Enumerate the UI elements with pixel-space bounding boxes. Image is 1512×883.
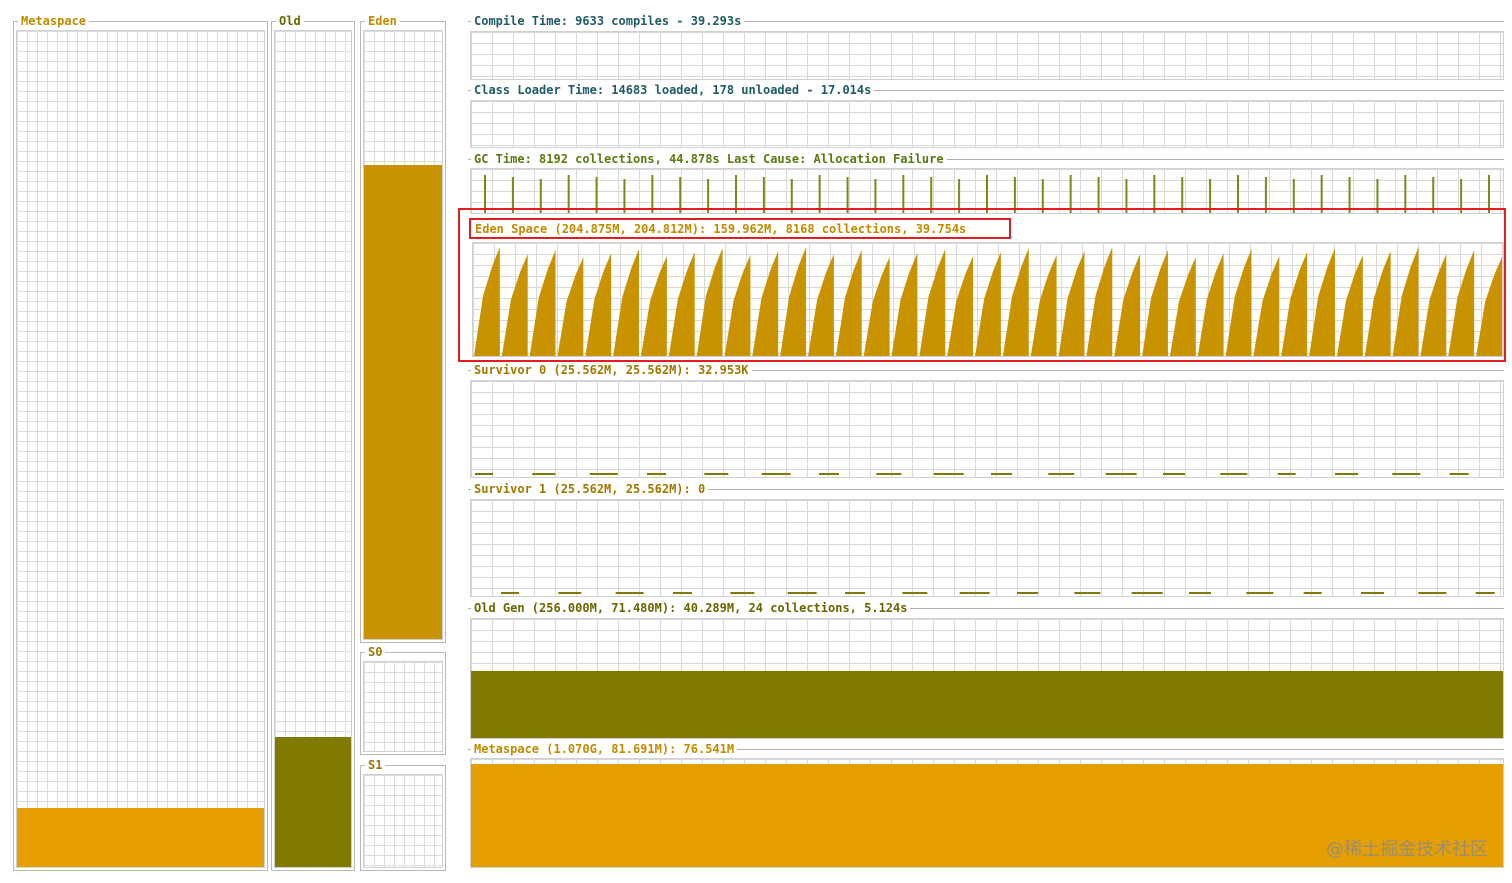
eden-sawtooth-cycle (1336, 255, 1363, 356)
old-panel-title: Old (276, 14, 304, 28)
eden-sawtooth-cycle (613, 249, 640, 356)
eden-graph (472, 242, 1504, 357)
eden-sawtooth-cycle (863, 257, 890, 356)
eden-sawtooth-cycle (947, 256, 974, 356)
eden-sawtooth-cycle (975, 252, 1001, 356)
eden-sawtooth-cycle (1476, 257, 1502, 356)
eden-sawtooth-cycle (1169, 257, 1196, 356)
s1-panel: S1 (360, 758, 446, 871)
eden-sawtooth-cycle (501, 254, 528, 356)
eden-sawtooth-cycle (1058, 251, 1085, 356)
survivor0-title: Survivor 0 (25.562M, 25.562M): 32.953K (471, 363, 752, 377)
metaspace-graph-title: Metaspace (1.070G, 81.691M): 76.541M (471, 742, 738, 756)
old-panel: Old (271, 14, 355, 871)
eden-sawtooth-cycle (696, 248, 723, 356)
eden-sawtooth-cycle (1197, 253, 1224, 356)
eden-sawtooth-cycle (1142, 250, 1168, 356)
eden-sawtooth-cycle (1448, 250, 1475, 356)
eden-sawtooth-cycle (668, 252, 695, 356)
classloader-graph (470, 100, 1504, 148)
survivor1-trace (501, 592, 1495, 594)
oldgen-title: Old Gen (256.000M, 71.480M): 40.289M, 24… (471, 601, 911, 615)
eden-sawtooth-cycle (1253, 256, 1280, 356)
eden-sawtooth-cycle (529, 250, 556, 356)
s1-grid (363, 774, 443, 868)
eden-panel: Eden (360, 14, 446, 643)
eden-sawtooth-cycle (1281, 252, 1308, 356)
eden-sawtooth-cycle (835, 250, 862, 356)
eden-sawtooth-cycle (1114, 254, 1141, 356)
gc-spikes (484, 175, 1490, 213)
eden-sawtooth-cycle (1030, 255, 1057, 356)
eden-sawtooth-cycle (1309, 248, 1335, 356)
metaspace-panel-title: Metaspace (18, 14, 90, 28)
compile-graph (470, 31, 1504, 80)
eden-sawtooth-cycle (1002, 248, 1029, 356)
metaspace-fill (17, 808, 264, 867)
eden-sawtooth-cycle (780, 247, 807, 356)
eden-sawtooth-cycle (1364, 251, 1391, 356)
oldgen-fill (471, 671, 1503, 738)
metaspace-panel: Metaspace (13, 14, 268, 871)
survivor0-trace (475, 473, 1469, 475)
s0-panel-title: S0 (365, 645, 386, 659)
compile-title: Compile Time: 9633 compiles - 39.293s (471, 14, 745, 28)
eden-grid (363, 30, 443, 640)
eden-sawtooth-cycle (808, 254, 834, 356)
eden-sawtooth-cycle (641, 256, 667, 356)
oldgen-graph (470, 618, 1504, 739)
eden-sawtooth-cycle (724, 255, 751, 356)
eden-sawtooth-cycle (1225, 249, 1252, 356)
survivor1-title: Survivor 1 (25.562M, 25.562M): 0 (471, 482, 709, 496)
metaspace-grid (16, 30, 265, 868)
watermark: @稀土掘金技术社区 (1326, 839, 1488, 860)
old-grid (274, 30, 352, 868)
eden-panel-title: Eden (365, 14, 400, 28)
eden-graph-title: Eden Space (204.875M, 204.812M): 159.962… (475, 222, 967, 236)
eden-sawtooth-cycle (557, 257, 584, 356)
eden-sawtooth-cycle (1392, 247, 1419, 356)
eden-sawtooth (474, 247, 1502, 356)
eden-sawtooth-cycle (585, 253, 612, 356)
eden-sawtooth-cycle (1086, 247, 1113, 356)
old-fill (275, 737, 351, 867)
s1-panel-title: S1 (365, 758, 386, 772)
gc-title: GC Time: 8192 collections, 44.878s Last … (471, 152, 947, 166)
s0-grid (363, 661, 443, 752)
survivor1-graph (470, 499, 1504, 597)
classloader-title: Class Loader Time: 14683 loaded, 178 unl… (471, 83, 875, 97)
eden-sawtooth-cycle (752, 251, 779, 356)
s0-panel: S0 (360, 645, 446, 755)
eden-sawtooth-cycle (474, 247, 500, 356)
survivor0-graph (470, 380, 1504, 478)
eden-sawtooth-cycle (1420, 254, 1447, 356)
eden-fill (364, 164, 442, 639)
eden-sawtooth-cycle (919, 249, 946, 356)
eden-sawtooth-cycle (891, 253, 918, 356)
